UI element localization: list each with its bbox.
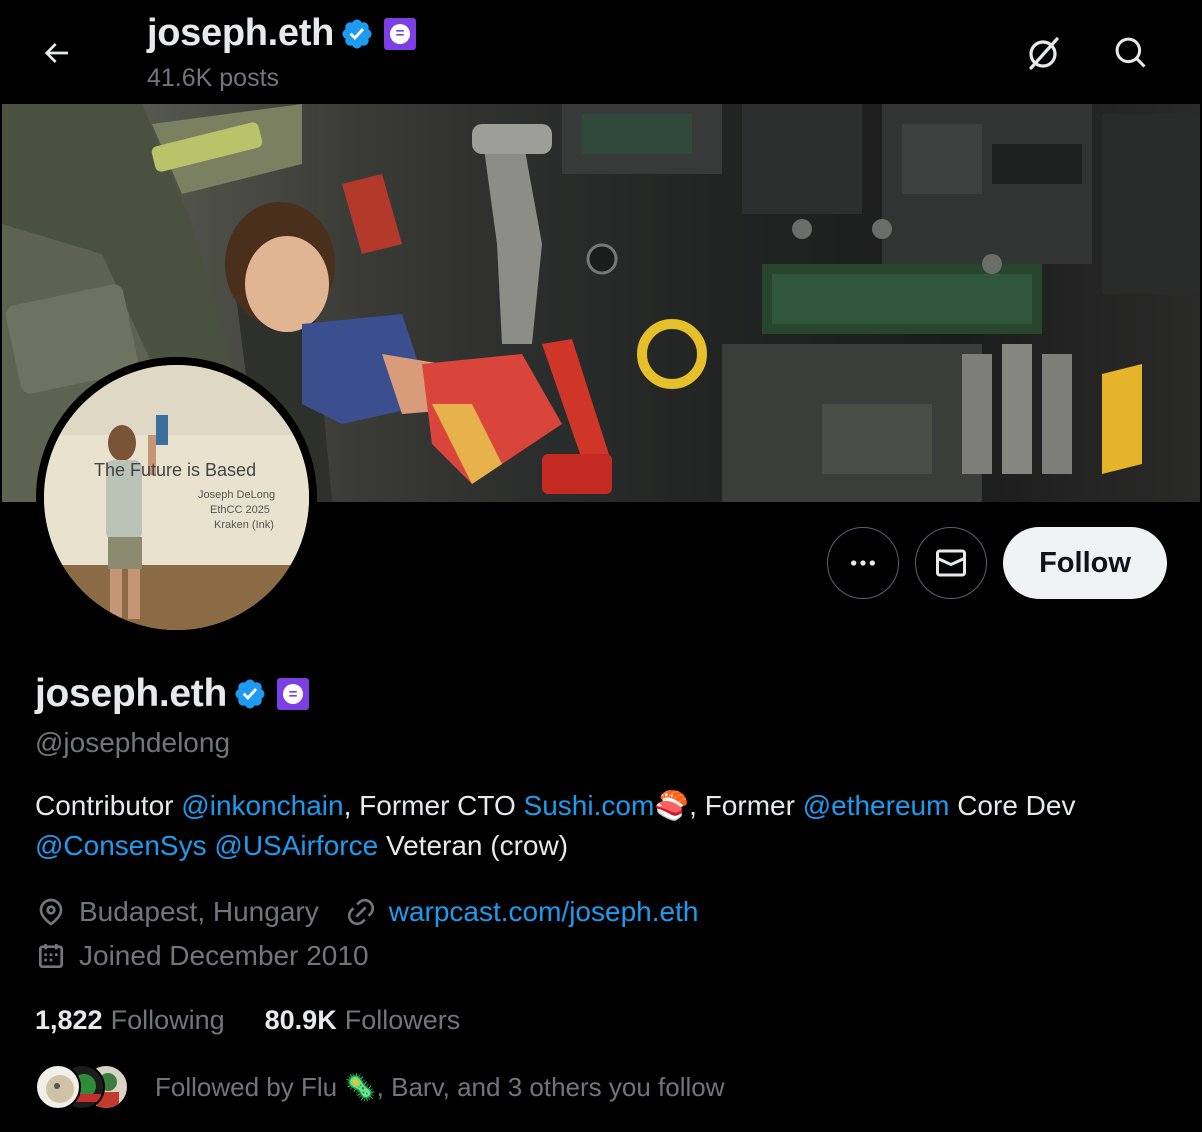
profile-name: joseph.eth: [35, 672, 228, 715]
followers-stat[interactable]: 80.9K Followers: [265, 1005, 461, 1036]
avatar-slide-line4: Kraken (Ink): [214, 519, 274, 531]
following-count: 1,822: [35, 1005, 103, 1035]
bio-text: Core Dev: [949, 790, 1076, 821]
posts-count: 41.6K posts: [147, 64, 280, 92]
avatar-slide-title: The Future is Based: [94, 460, 256, 480]
profile-avatar[interactable]: The Future is Based Joseph DeLong EthCC …: [36, 357, 317, 638]
verified-badge-icon[interactable]: [233, 677, 267, 711]
followed-by-avatars: [35, 1064, 135, 1110]
affiliate-badge-icon[interactable]: =: [384, 17, 417, 50]
profile-joined-row: Joined December 2010: [35, 940, 369, 972]
calendar-icon: [35, 940, 67, 972]
affiliate-badge-icon[interactable]: =: [277, 678, 310, 710]
avatar-photo: The Future is Based Joseph DeLong EthCC …: [44, 365, 309, 630]
more-options-button[interactable]: [827, 527, 899, 599]
followers-label: Followers: [344, 1005, 461, 1035]
profile-bio: Contributor @inkonchain, Former CTO Sush…: [35, 786, 1175, 866]
profile-handle: @josephdelong: [35, 727, 231, 758]
profile-meta-row: Budapest, Hungary warpcast.com/joseph.et…: [35, 896, 698, 928]
grok-icon: [1029, 37, 1059, 70]
link-icon: [345, 896, 377, 928]
search-button[interactable]: [1106, 28, 1156, 78]
header-title: joseph.eth: [147, 12, 335, 54]
profile-joined-date: Joined December 2010: [79, 940, 369, 971]
profile-location: Budapest, Hungary: [79, 896, 319, 927]
bio-link-consensys[interactable]: @ConsenSys: [35, 830, 207, 861]
back-arrow-icon: [44, 43, 68, 63]
message-button[interactable]: [915, 527, 987, 599]
bio-text: Contributor: [35, 790, 182, 821]
sushi-emoji: 🍣: [654, 790, 690, 821]
location-pin-icon: [35, 896, 67, 928]
envelope-icon: [935, 549, 966, 577]
followed-by-row[interactable]: Followed by Flu 🦠, Barv, and 3 others yo…: [35, 1064, 725, 1110]
search-icon: [1115, 37, 1146, 68]
profile-name-row: joseph.eth =: [35, 672, 310, 716]
profile-stats: 1,822 Following 80.9K Followers: [35, 1005, 460, 1036]
avatar-slide-line3: EthCC 2025: [210, 504, 270, 516]
header-title-row: joseph.eth =: [147, 12, 417, 55]
bio-link-ethereum[interactable]: @ethereum: [803, 790, 950, 821]
bio-text: , Former: [689, 790, 803, 821]
follow-button[interactable]: Follow: [1003, 527, 1167, 599]
bio-link-sushi[interactable]: Sushi.com: [524, 790, 655, 821]
bio-link-usairforce[interactable]: @USAirforce: [214, 830, 378, 861]
top-bar: joseph.eth = 41.6K posts: [0, 0, 1202, 104]
bio-link-inkonchain[interactable]: @inkonchain: [181, 790, 343, 821]
following-label: Following: [110, 1005, 225, 1035]
more-dots-icon: [851, 560, 875, 566]
profile-website-link[interactable]: warpcast.com/joseph.eth: [389, 896, 699, 928]
back-button[interactable]: [30, 30, 82, 76]
grok-button[interactable]: [1018, 28, 1068, 78]
bio-text: , Former CTO: [343, 790, 524, 821]
following-stat[interactable]: 1,822 Following: [35, 1005, 225, 1036]
avatar-slide-line2: Joseph DeLong: [198, 489, 275, 501]
followers-count: 80.9K: [264, 1005, 337, 1035]
avatar: [35, 1064, 81, 1110]
bio-text: Veteran (crow): [378, 830, 569, 861]
verified-badge-icon[interactable]: [340, 17, 374, 51]
followed-by-text: Followed by Flu 🦠, Barv, and 3 others yo…: [155, 1071, 725, 1102]
